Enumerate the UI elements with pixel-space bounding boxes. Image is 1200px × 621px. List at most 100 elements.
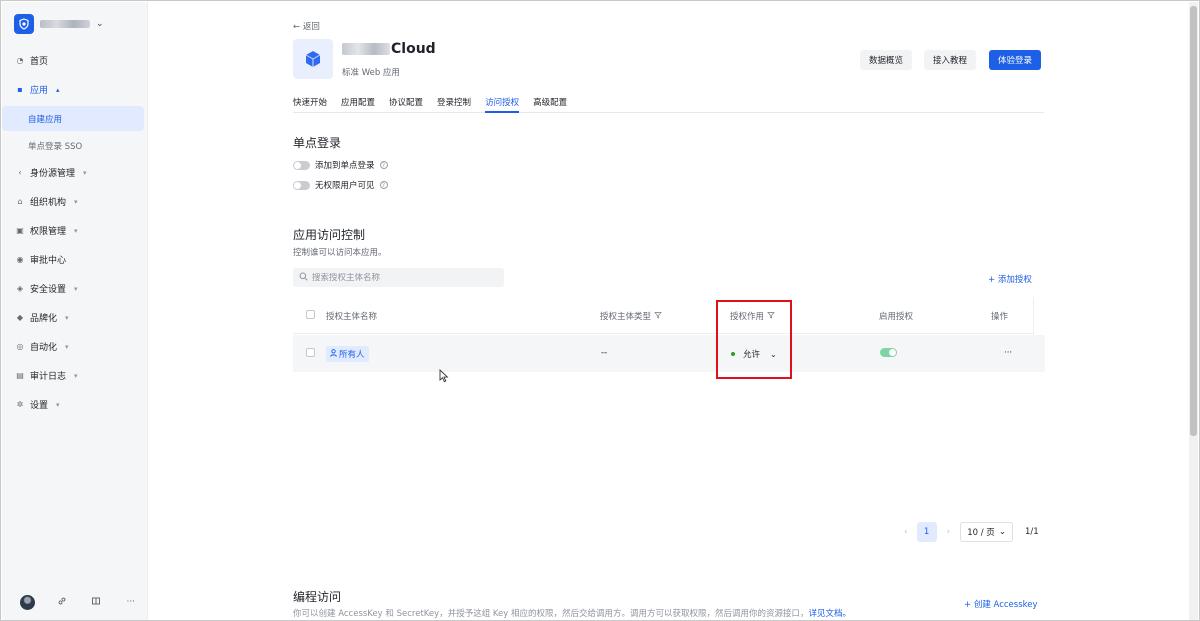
select-all-checkbox[interactable] [306, 310, 315, 319]
chevron-up-icon: ▴ [56, 85, 60, 94]
subject-name-cell: 所有人 [326, 346, 369, 362]
sidebar-item-apps[interactable]: ▪ 应用 ▴ [2, 75, 148, 104]
col-enabled: 启用授权 [879, 312, 914, 322]
checkbox-box [306, 348, 315, 357]
vertical-scrollbar[interactable] [1189, 2, 1198, 620]
sidebar-item-branding[interactable]: ◆ 品牌化 ▾ [2, 303, 148, 332]
chevron-down-icon: ▾ [74, 284, 78, 293]
apps-icon: ▪ [17, 84, 23, 94]
chevron-down-icon: ▾ [74, 197, 78, 206]
lock-icon: ▣ [16, 225, 24, 235]
pagination: ‹ 1 › 10 / 页 ⌄ 1/1 [904, 522, 1039, 542]
user-icon [330, 348, 337, 360]
add-to-sso-switch[interactable] [293, 160, 310, 170]
more-icon: ··· [126, 597, 136, 607]
chevron-down-icon: ▾ [65, 313, 69, 322]
brand[interactable]: ⌄ [14, 14, 104, 34]
docs-link[interactable]: 详见文档。 [809, 609, 852, 619]
chevron-down-icon: ▾ [83, 168, 87, 177]
sidebar-item-approval[interactable]: ◉ 审批中心 [2, 245, 148, 274]
col-actions: 操作 [991, 312, 1009, 322]
chevron-down-icon: ▾ [65, 342, 69, 351]
create-accesskey-link[interactable]: + 创建 Accesskey [964, 598, 1038, 610]
pie-chart-icon: ◔ [16, 55, 24, 65]
description-text: 你可以创建 AccessKey 和 SecretKey，并授予这组 Key 相应… [293, 609, 809, 619]
sidebar-item-audit-log[interactable]: ▤ 审计日志 ▾ [2, 361, 148, 390]
trial-login-button[interactable]: 体验登录 [989, 50, 1042, 70]
sidebar-item-label: 首页 [30, 57, 49, 67]
sidebar-item-automation[interactable]: ◎ 自动化 ▾ [2, 332, 148, 361]
checkbox-box [306, 310, 315, 319]
share-icon: ‹ [18, 167, 22, 177]
tab-app-config[interactable]: 应用配置 [341, 92, 375, 113]
shield-icon: ◈ [16, 283, 24, 293]
scrollbar-thumb[interactable] [1190, 6, 1197, 436]
page-1-button[interactable]: 1 [916, 522, 937, 542]
add-authorization-link[interactable]: + 添加授权 [988, 273, 1032, 285]
mouse-cursor-icon [439, 368, 449, 386]
highlight-box-effect-column [716, 300, 792, 379]
book-icon [91, 596, 101, 609]
col-label: 授权主体类型 [600, 312, 652, 322]
tab-quick-start[interactable]: 快速开始 [293, 92, 327, 113]
visible-to-unauthorized-switch[interactable] [293, 180, 310, 190]
page-size-select[interactable]: 10 / 页 ⌄ [960, 522, 1013, 542]
prev-page-button[interactable]: ‹ [904, 527, 908, 537]
sidebar-item-settings[interactable]: ✲ 设置 ▾ [2, 390, 148, 419]
tab-access-authorization[interactable]: 访问授权 [485, 92, 520, 113]
programmatic-access-title: 编程访问 [293, 590, 342, 604]
brand-icon: ◆ [16, 312, 24, 322]
toggle-row-add-to-sso: 添加到单点登录 ? [293, 159, 388, 171]
page-total: 1/1 [1024, 527, 1039, 537]
app-cube-icon [293, 39, 333, 79]
tab-protocol-config[interactable]: 协议配置 [389, 92, 423, 113]
subject-tag[interactable]: 所有人 [326, 346, 369, 362]
chevron-down-icon: ⌄ [998, 527, 1006, 537]
sidebar-footer: ··· [2, 593, 148, 611]
audit-icon: ▤ [16, 370, 24, 380]
sidebar-item-organization[interactable]: ⌂ 组织机构 ▾ [2, 187, 148, 216]
tab-login-control[interactable]: 登录控制 [437, 92, 471, 113]
sidebar-item-permissions[interactable]: ▣ 权限管理 ▾ [2, 216, 148, 245]
data-overview-button[interactable]: 数据概览 [860, 50, 913, 70]
tab-bar: 快速开始 应用配置 协议配置 登录控制 访问授权 高级配置 [293, 92, 1044, 113]
sidebar-subitem-self-built-apps[interactable]: 自建应用 [2, 106, 144, 131]
sidebar-item-label: 身份源管理 [30, 169, 76, 179]
filter-icon[interactable] [654, 311, 662, 322]
tab-advanced-config[interactable]: 高级配置 [533, 92, 567, 113]
sidebar-item-label: 审批中心 [30, 256, 67, 266]
page-size-value: 10 / 页 [967, 528, 995, 538]
table-header: 授权主体名称 授权主体类型 授权作用 启用授权 操作 [293, 297, 1033, 334]
link-button[interactable] [45, 596, 80, 609]
enabled-cell [880, 348, 897, 357]
col-subject-type[interactable]: 授权主体类型 [600, 310, 662, 322]
sso-section-title: 单点登录 [293, 136, 342, 150]
app-name-redacted [342, 43, 390, 55]
access-control-title: 应用访问控制 [293, 228, 366, 242]
next-page-button[interactable]: › [947, 527, 951, 537]
row-more-button[interactable]: ··· [1004, 348, 1012, 358]
help-icon[interactable]: ? [379, 181, 388, 189]
shield-logo-icon [14, 14, 34, 34]
book-button[interactable] [79, 596, 114, 609]
sidebar-subitem-sso[interactable]: 单点登录 SSO [2, 133, 148, 158]
chevron-down-icon[interactable]: ⌄ [96, 19, 104, 29]
more-button[interactable]: ··· [114, 597, 149, 607]
chevron-down-icon: ▾ [56, 400, 60, 409]
sidebar-item-label: 应用 [30, 86, 49, 96]
sidebar-item-identity-sources[interactable]: ‹ 身份源管理 ▾ [2, 158, 148, 187]
sidebar-item-label: 设置 [30, 401, 49, 411]
programmatic-access-description: 你可以创建 AccessKey 和 SecretKey，并授予这组 Key 相应… [293, 607, 851, 619]
integration-tutorial-button[interactable]: 接入教程 [924, 50, 977, 70]
avatar-button[interactable] [10, 594, 45, 610]
sidebar-item-security[interactable]: ◈ 安全设置 ▾ [2, 274, 148, 303]
subject-search-input[interactable] [312, 272, 497, 283]
link-icon [57, 596, 67, 609]
subject-name: 所有人 [339, 350, 365, 360]
help-icon[interactable]: ? [379, 161, 388, 169]
sidebar-item-home[interactable]: ◔ 首页 [2, 46, 148, 75]
row-checkbox[interactable] [306, 348, 315, 357]
subject-type-cell: -- [601, 348, 608, 358]
enable-authorization-switch[interactable] [880, 348, 897, 357]
back-link[interactable]: ← 返回 [293, 20, 320, 32]
